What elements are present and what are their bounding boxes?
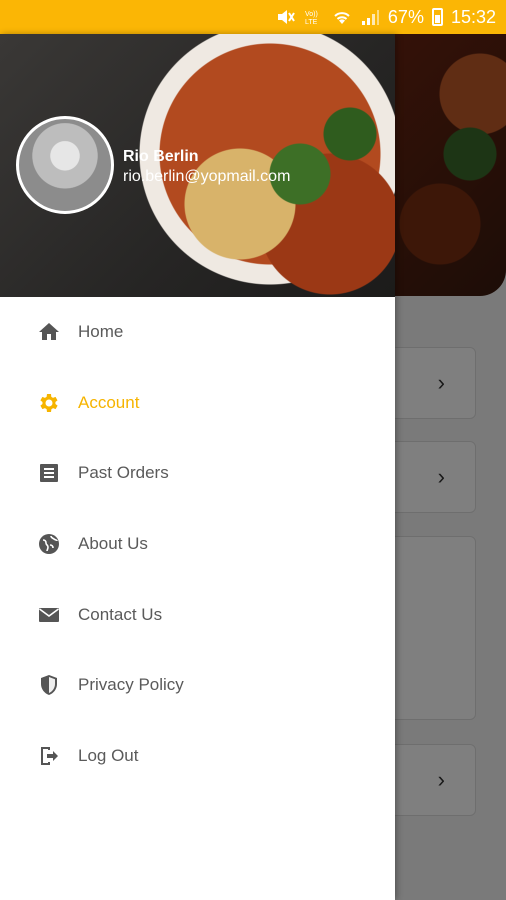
wifi-icon xyxy=(332,8,352,26)
menu-item-label: About Us xyxy=(78,534,148,554)
menu-item-label: Account xyxy=(78,392,140,412)
drawer-menu: Home Account Past Orders About Us Contac… xyxy=(0,297,395,791)
menu-item-about-us[interactable]: About Us xyxy=(0,509,395,580)
logout-icon xyxy=(36,743,62,769)
menu-item-past-orders[interactable]: Past Orders xyxy=(0,438,395,509)
mute-icon xyxy=(276,8,296,26)
menu-item-log-out[interactable]: Log Out xyxy=(0,721,395,792)
menu-item-contact-us[interactable]: Contact Us xyxy=(0,579,395,650)
avatar[interactable] xyxy=(16,116,114,214)
menu-item-account[interactable]: Account xyxy=(0,368,395,439)
menu-item-label: Log Out xyxy=(78,745,139,765)
user-name: Rio Berlin xyxy=(123,148,199,165)
home-icon xyxy=(36,319,62,345)
menu-item-label: Home xyxy=(78,322,124,342)
clock: 15:32 xyxy=(450,6,496,27)
status-bar: Vo)) LTE 67% 15:32 xyxy=(0,0,506,34)
list-icon xyxy=(36,460,62,486)
shield-icon xyxy=(36,672,62,698)
drawer-header: Rio Berlin rio.berlin@yopmail.com xyxy=(0,34,395,297)
menu-item-label: Past Orders xyxy=(78,463,169,483)
battery-icon xyxy=(431,8,443,26)
signal-icon xyxy=(360,8,380,26)
navigation-drawer: Rio Berlin rio.berlin@yopmail.com Home A… xyxy=(0,34,395,900)
mail-icon xyxy=(36,602,62,628)
volte-icon: Vo)) LTE xyxy=(304,8,324,26)
menu-item-home[interactable]: Home xyxy=(0,297,395,368)
battery-percent: 67% xyxy=(387,6,424,27)
globe-icon xyxy=(36,531,62,557)
gear-icon xyxy=(36,390,62,416)
user-email: rio.berlin@yopmail.com xyxy=(123,168,291,185)
menu-item-label: Privacy Policy xyxy=(78,675,184,695)
svg-text:Vo)): Vo)) xyxy=(305,11,318,18)
svg-text:LTE: LTE xyxy=(305,19,318,26)
menu-item-label: Contact Us xyxy=(78,604,163,624)
menu-item-privacy-policy[interactable]: Privacy Policy xyxy=(0,650,395,721)
